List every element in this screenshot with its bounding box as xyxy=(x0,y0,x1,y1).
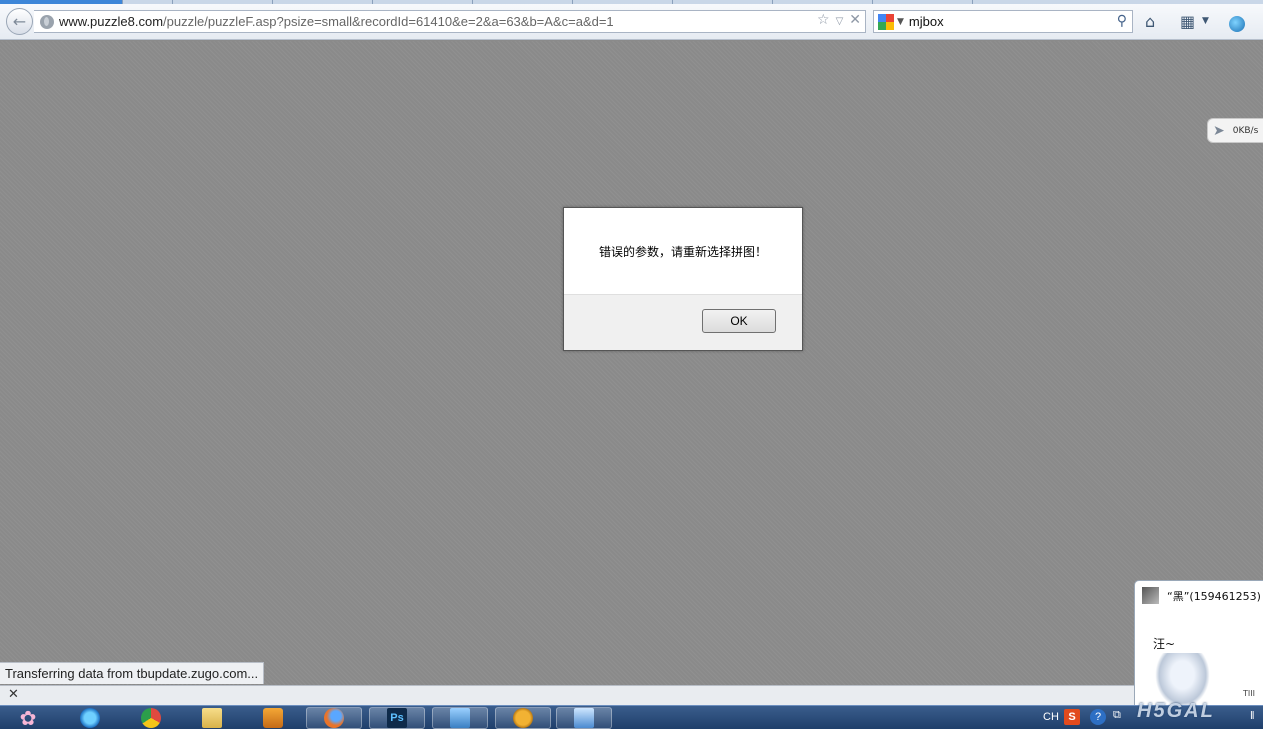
media-taskbar-button[interactable] xyxy=(245,707,301,729)
restore-icon[interactable]: ⧉ xyxy=(1113,709,1121,722)
film-taskbar-button[interactable] xyxy=(432,707,488,729)
qq-time: TIII xyxy=(1243,689,1255,698)
back-button[interactable]: ← xyxy=(6,8,33,35)
folder-icon xyxy=(202,708,222,728)
avatar xyxy=(1142,587,1159,604)
help-icon[interactable]: ? xyxy=(1090,709,1106,725)
chrome-taskbar-button[interactable] xyxy=(123,707,179,729)
taskbar: ✿ Ps CH S ? ⧉ ‖ xyxy=(0,705,1263,729)
status-text: Transferring data from tbupdate.zugo.com… xyxy=(0,662,265,684)
firefox-taskbar-button[interactable] xyxy=(306,707,362,729)
photoshop-taskbar-button[interactable]: Ps xyxy=(369,707,425,729)
engine-dropdown-icon[interactable]: ▼ xyxy=(897,17,904,27)
bird-taskbar-button[interactable] xyxy=(556,707,612,729)
url-bar[interactable]: www.puzzle8.com/puzzle/puzzleF.asp?psize… xyxy=(34,10,866,33)
globe-icon xyxy=(40,14,54,29)
dialog-message: 错误的参数，请重新选择拼图！ xyxy=(598,244,767,259)
anime-character-image xyxy=(1155,653,1210,705)
bookmarks-icon[interactable]: ▦ xyxy=(1180,12,1195,31)
dialog-footer: OK xyxy=(564,294,802,350)
speed-widget[interactable]: ➤ 0KB/s xyxy=(1207,118,1263,143)
url-host: www.puzzle8.com xyxy=(59,14,164,29)
page-content xyxy=(0,41,1263,685)
arrow-left-icon: ← xyxy=(12,12,27,31)
navigation-toolbar: ← www.puzzle8.com/puzzle/puzzleF.asp?psi… xyxy=(0,4,1263,40)
qq-message-popup[interactable]: “黑”(159461253) 汪~ TIII xyxy=(1134,580,1263,706)
qq-sender: “黑”(159461253) xyxy=(1167,590,1261,603)
firefox-icon xyxy=(324,708,344,728)
url-bar-icons: ☆ ▽ ✕ xyxy=(817,12,861,32)
bird-app-icon xyxy=(574,708,594,728)
magnifier-icon[interactable]: ⚲ xyxy=(1117,13,1127,29)
addon-bar: ✕ xyxy=(0,685,1263,705)
dropdown-icon[interactable]: ▽ xyxy=(836,12,844,32)
search-input[interactable]: mjbox xyxy=(909,14,944,29)
ime-icon[interactable]: S xyxy=(1064,709,1080,725)
ie-taskbar-button[interactable] xyxy=(62,707,118,729)
photoshop-icon: Ps xyxy=(387,708,407,728)
explorer-taskbar-button[interactable] xyxy=(184,707,240,729)
addon-globe-icon[interactable] xyxy=(1229,16,1245,32)
cat-icon xyxy=(513,708,533,728)
film-icon xyxy=(450,708,470,728)
alert-dialog: 错误的参数，请重新选择拼图！ OK xyxy=(563,207,803,351)
media-player-icon xyxy=(263,708,283,728)
google-icon[interactable] xyxy=(878,13,894,30)
speed-text: 0KB/s xyxy=(1232,125,1259,136)
ok-button[interactable]: OK xyxy=(702,309,776,333)
tray-volume-icon[interactable]: ‖ xyxy=(1250,710,1255,722)
chrome-icon xyxy=(141,708,161,728)
url-path: /puzzle/puzzleF.asp?psize=small&recordId… xyxy=(163,14,614,29)
cat-taskbar-button[interactable] xyxy=(495,707,551,729)
stop-icon[interactable]: ✕ xyxy=(849,12,861,32)
h5gal-watermark: H5GAL xyxy=(1137,700,1215,722)
home-icon[interactable]: ⌂ xyxy=(1145,12,1155,31)
search-bar[interactable]: ▼ mjbox ⚲ xyxy=(873,10,1133,33)
start-flower-icon[interactable]: ✿ xyxy=(8,707,48,729)
star-icon[interactable]: ☆ xyxy=(817,12,830,32)
close-icon[interactable]: ✕ xyxy=(8,687,19,702)
qq-message: 汪~ xyxy=(1153,637,1176,651)
bird-icon: ➤ xyxy=(1213,122,1225,139)
url-text[interactable]: www.puzzle8.com/puzzle/puzzleF.asp?psize… xyxy=(59,14,614,29)
language-indicator[interactable]: CH xyxy=(1043,711,1059,723)
bookmarks-dropdown-icon[interactable]: ▼ xyxy=(1202,16,1209,26)
internet-explorer-icon xyxy=(80,708,100,728)
